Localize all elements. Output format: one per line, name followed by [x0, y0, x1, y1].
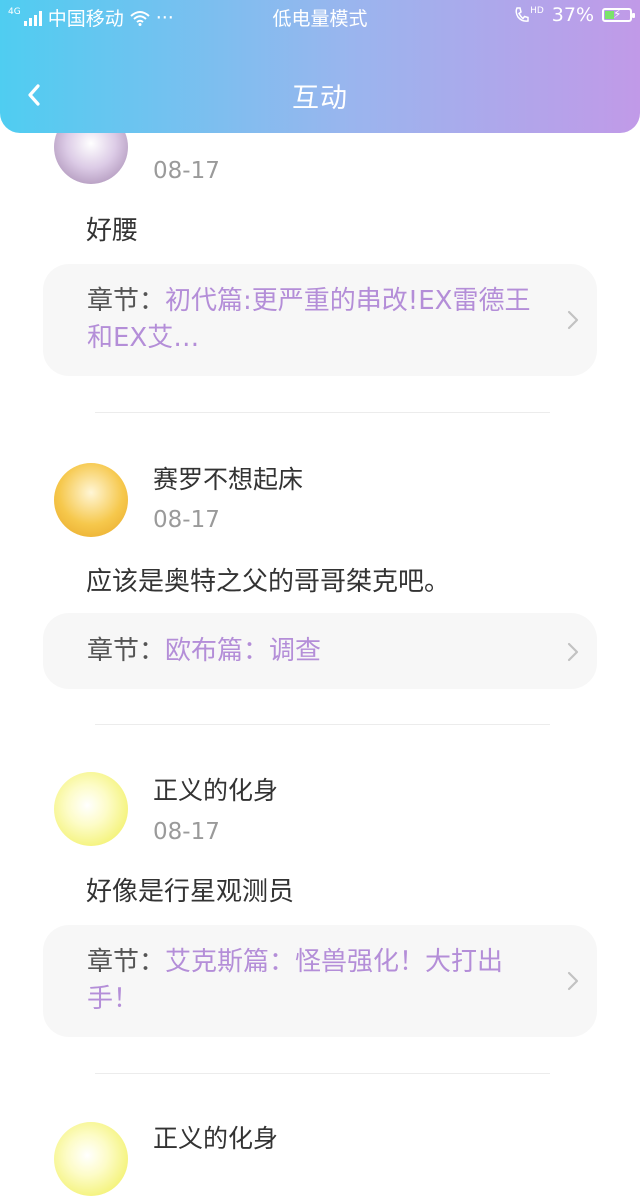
chevron-right-icon	[567, 642, 579, 662]
status-bar: 4G 中国移动 ··· 低电量模式 HD 37% ⚡	[0, 0, 640, 32]
user-avatar[interactable]	[54, 463, 128, 537]
comment-date: 08-17	[153, 507, 220, 533]
comment-date: 08-17	[153, 819, 220, 845]
chapter-label: 章节：初代篇:更严重的串改!EX雷德王和EX艾…	[87, 283, 537, 357]
user-avatar[interactable]	[54, 1122, 128, 1196]
divider	[95, 412, 550, 413]
chapter-label: 章节：艾克斯篇：怪兽强化！大打出手！	[87, 944, 537, 1018]
chapter-link[interactable]: 章节：欧布篇：调查	[43, 613, 597, 689]
user-avatar[interactable]	[54, 772, 128, 846]
chapter-link[interactable]: 章节：艾克斯篇：怪兽强化！大打出手！	[43, 925, 597, 1037]
divider	[95, 1073, 550, 1074]
chevron-right-icon	[567, 971, 579, 991]
hd-call-icon: HD	[514, 6, 544, 24]
comment-date: 08-17	[153, 158, 220, 184]
chapter-prefix: 章节：	[87, 636, 166, 666]
chapter-title: 欧布篇：调查	[165, 636, 322, 666]
comment-username[interactable]: 赛罗不想起床	[153, 460, 303, 496]
divider	[95, 724, 550, 725]
comment-username[interactable]: 正义的化身	[153, 771, 278, 807]
comment-text: 好像是行星观测员	[86, 877, 295, 907]
page-title: 互动	[292, 83, 348, 114]
comment-text: 应该是奥特之父的哥哥桀克吧。	[86, 567, 451, 597]
chapter-prefix: 章节：	[87, 286, 166, 316]
status-right: HD 37% ⚡	[514, 4, 635, 26]
chapter-label: 章节：欧布篇：调查	[87, 633, 537, 670]
battery-icon: ⚡	[602, 7, 635, 22]
chapter-prefix: 章节：	[87, 947, 166, 977]
comment-text: 好腰	[86, 216, 139, 246]
hd-label: HD	[530, 6, 544, 16]
charging-icon: ⚡	[613, 7, 622, 21]
comment-username[interactable]: 正义的化身	[153, 1119, 278, 1155]
chevron-right-icon	[567, 310, 579, 330]
battery-percent: 37%	[551, 4, 594, 26]
chapter-link[interactable]: 章节：初代篇:更严重的串改!EX雷德王和EX艾…	[43, 264, 597, 376]
header: 4G 中国移动 ··· 低电量模式 HD 37% ⚡ 互动	[0, 0, 640, 133]
